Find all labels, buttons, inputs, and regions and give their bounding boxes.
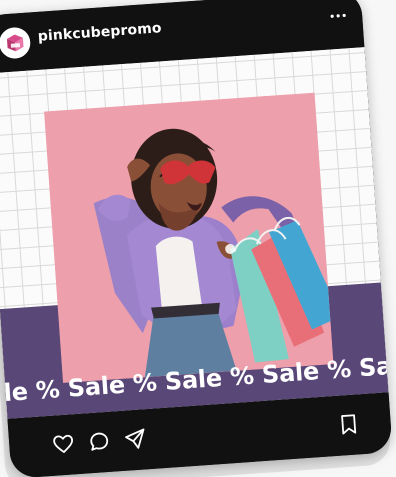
more-options-icon[interactable] — [329, 11, 348, 20]
shopping-woman-photo — [44, 92, 334, 383]
post-media[interactable]: ale % Sale % Sale % Sale % Sa — [0, 47, 389, 419]
share-icon[interactable] — [122, 426, 148, 452]
shopping-woman-illustration — [44, 92, 334, 383]
instagram-post-card: pinkcubepromo ale % Sale % Sale % Sale %… — [0, 0, 393, 477]
bookmark-icon[interactable] — [336, 411, 362, 437]
comment-icon[interactable] — [86, 429, 112, 455]
instagram-post-mockup-canvas: pinkcubepromo ale % Sale % Sale % Sale %… — [0, 0, 396, 477]
profile-username[interactable]: pinkcubepromo — [37, 20, 162, 45]
pinkcube-logo-icon — [6, 34, 24, 51]
profile-avatar[interactable] — [0, 26, 32, 60]
heart-icon[interactable] — [51, 431, 77, 457]
